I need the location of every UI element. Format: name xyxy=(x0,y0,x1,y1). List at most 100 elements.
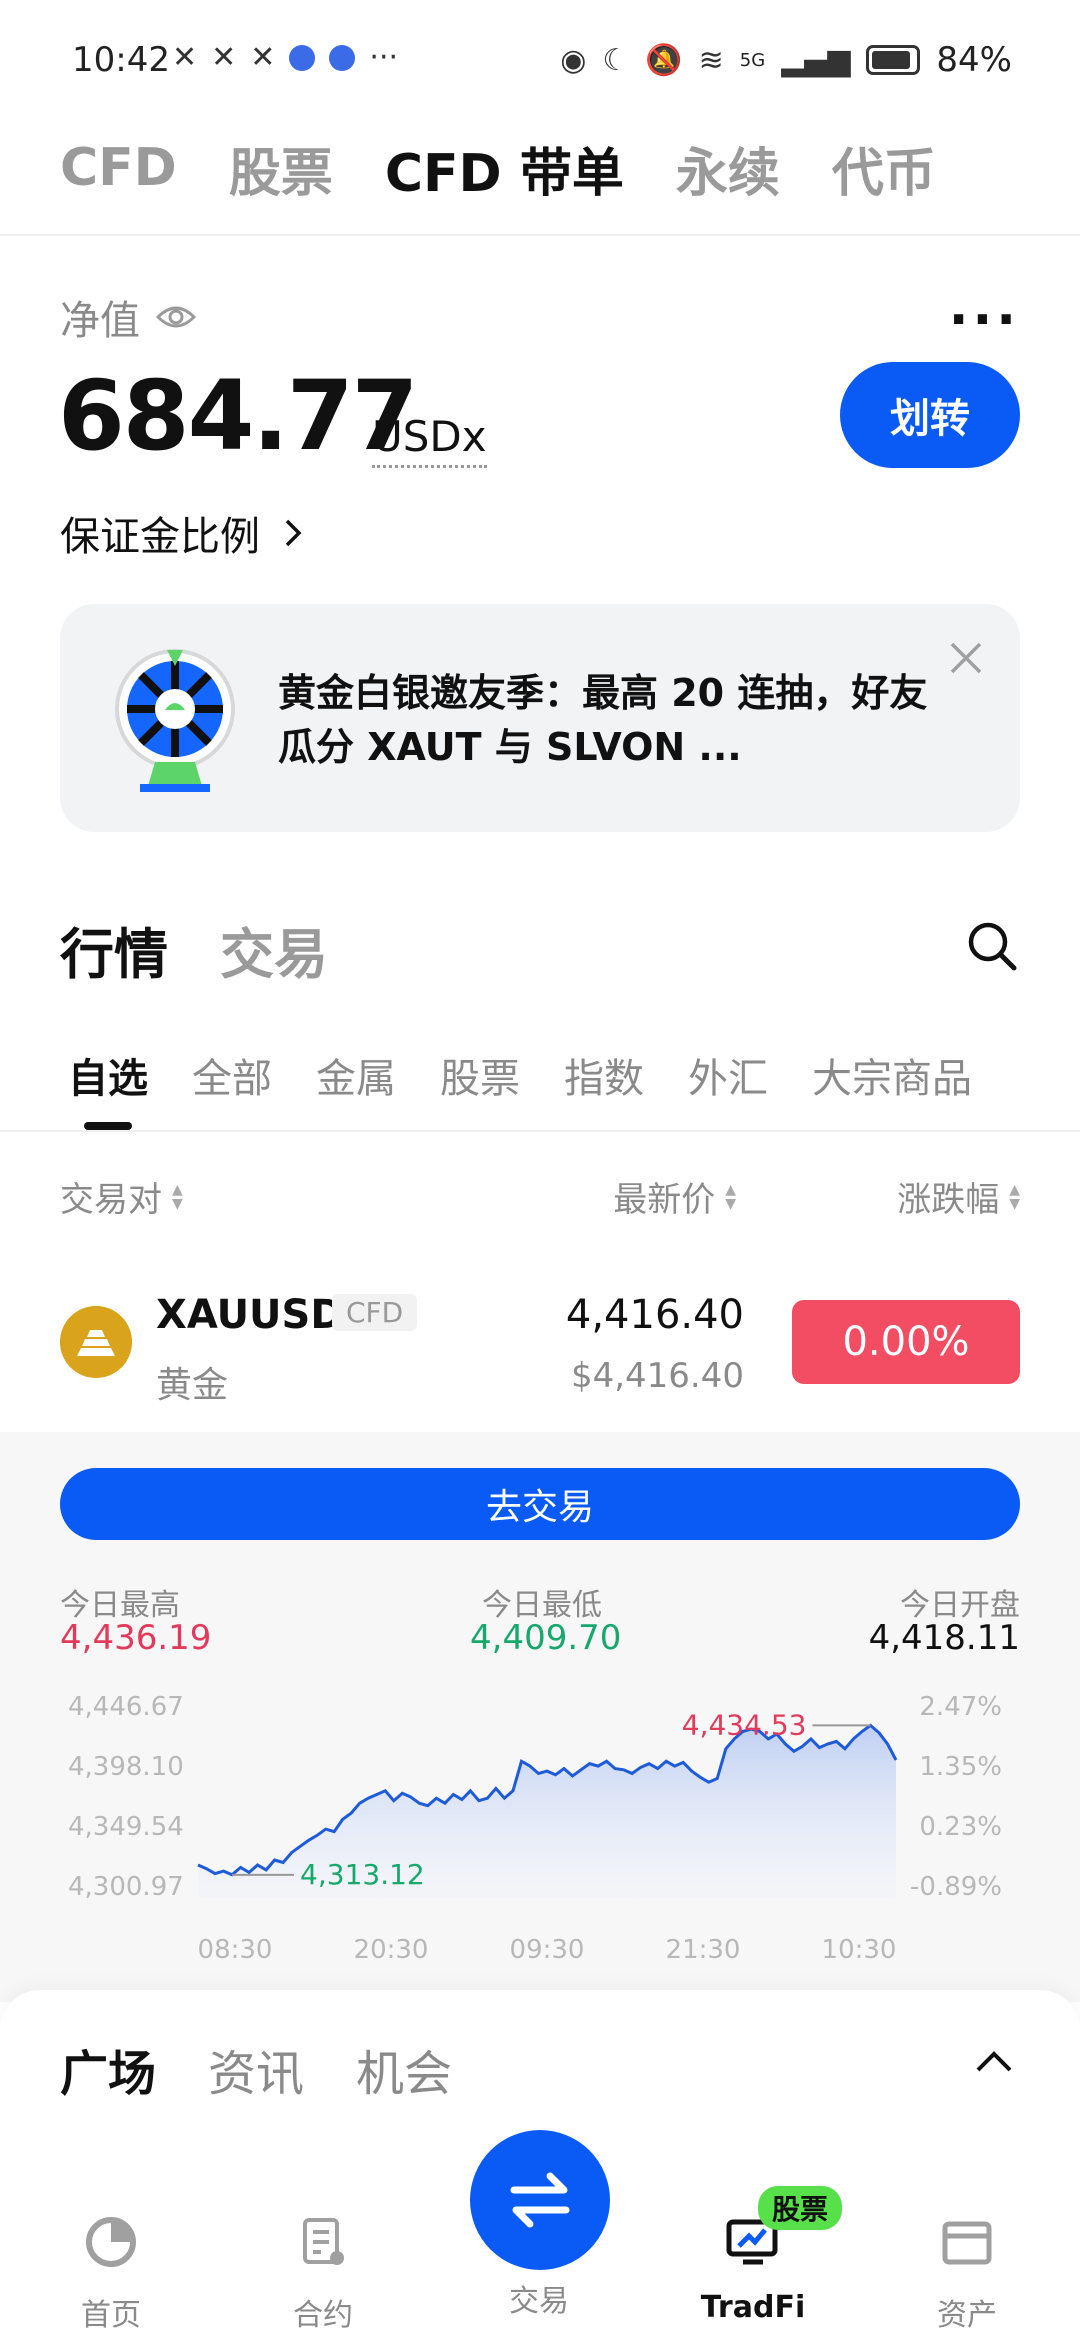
contract-icon xyxy=(303,2218,344,2265)
go-trade-button[interactable]: 去交易 xyxy=(60,1468,1020,1540)
tab-stocks[interactable]: 股票 xyxy=(229,131,333,206)
high-value: 4,436.19 xyxy=(60,1618,212,1658)
last-price-usd: $4,416.40 xyxy=(570,1356,744,1396)
cfd-tag: CFD xyxy=(332,1294,418,1331)
more-options-icon[interactable]: ··· xyxy=(949,290,1020,350)
home-icon xyxy=(86,2217,136,2267)
nav-assets[interactable]: 资产 xyxy=(892,2214,1042,2334)
stock-badge: 股票 xyxy=(758,2186,843,2230)
tab-perpetual[interactable]: 永续 xyxy=(676,131,780,206)
status-bar: 10:42 ✕ ✕ ✕ ··· ◉ ☾ 🔕 ≋ 5G ▂▄▆ 84% xyxy=(0,0,1080,120)
y-tick-label-left: 4,349.54 xyxy=(68,1812,184,1842)
net-value: 684.77 xyxy=(58,360,418,472)
column-header-change[interactable]: 涨跌幅 ▲ ▼ xyxy=(897,1172,1020,1221)
tab-opportunities[interactable]: 机会 xyxy=(356,2034,452,2104)
close-icon[interactable] xyxy=(948,640,984,676)
category-metals[interactable]: 金属 xyxy=(316,1046,396,1104)
status-time: 10:42 xyxy=(72,40,170,80)
swap-icon xyxy=(510,2172,570,2228)
tab-market[interactable]: 行情 xyxy=(60,910,168,989)
category-all[interactable]: 全部 xyxy=(192,1046,272,1104)
nav-tradfi[interactable]: TradFi xyxy=(678,2214,828,2325)
price-chart[interactable]: 4,446.67 4,398.10 4,349.54 4,300.97 2.47% 1.3… xyxy=(0,1680,1080,1980)
eye-icon: ◉ xyxy=(560,42,587,78)
divider xyxy=(0,1130,1080,1132)
y-tick-label-left: 4,446.67 xyxy=(68,1692,184,1722)
column-header-pair[interactable]: 交易对 ▲ ▼ xyxy=(60,1172,183,1221)
tab-trade[interactable]: 交易 xyxy=(220,910,328,989)
category-stocks[interactable]: 股票 xyxy=(440,1046,520,1104)
net-value-unit[interactable]: USDx xyxy=(372,412,487,468)
network-label: 5G xyxy=(739,49,766,71)
tab-news[interactable]: 资讯 xyxy=(208,2034,304,2104)
category-tabs: 自选 全部 金属 股票 指数 外汇 大宗商品 xyxy=(68,1046,972,1104)
symbol-name: 黄金 xyxy=(156,1365,229,1406)
mute-icon: 🔕 xyxy=(645,42,683,78)
max-price-label: 4,434.53 xyxy=(682,1708,807,1741)
nav-contracts[interactable]: 合约 xyxy=(248,2214,398,2334)
margin-ratio-link[interactable]: 保证金比例 xyxy=(60,504,302,562)
tab-tokens[interactable]: 代币 xyxy=(832,131,936,206)
nav-contracts-label: 合约 xyxy=(293,2298,353,2333)
battery-percent: 84% xyxy=(936,40,1012,80)
y-tick-label-left: 4,300.97 xyxy=(68,1872,184,1902)
tab-cfd[interactable]: CFD xyxy=(60,138,177,198)
gold-icon xyxy=(60,1306,132,1378)
sort-icon: ▲ ▼ xyxy=(725,1181,736,1212)
search-icon[interactable] xyxy=(964,918,1020,974)
nav-home-label: 首页 xyxy=(81,2298,141,2333)
column-header-change-label: 涨跌幅 xyxy=(897,1180,1000,1220)
nav-home[interactable]: 首页 xyxy=(36,2214,186,2334)
transfer-button[interactable]: 划转 xyxy=(840,362,1020,468)
change-badge[interactable]: 0.00% xyxy=(792,1300,1020,1384)
sort-icon: ▲ ▼ xyxy=(1009,1181,1020,1212)
y-tick-label-right: -0.89% xyxy=(910,1872,1002,1902)
sort-icon: ▲ ▼ xyxy=(172,1181,183,1212)
symbol[interactable]: XAUUSD xyxy=(156,1292,344,1338)
column-header-pair-label: 交易对 xyxy=(60,1180,162,1220)
divider xyxy=(0,234,1080,236)
battery-icon xyxy=(866,45,921,75)
x-tick-label: 21:30 xyxy=(666,1935,741,1965)
chevron-right-icon xyxy=(285,519,302,547)
app-notification-icon xyxy=(329,44,356,71)
trade-fab[interactable] xyxy=(470,2130,610,2270)
system-icons: ◉ ☾ 🔕 ≋ 5G ▂▄▆ 84% xyxy=(560,40,1012,80)
market-section-tabs: 行情 交易 xyxy=(60,910,328,989)
notification-icon: ✕ xyxy=(250,40,276,75)
wallet-icon xyxy=(942,2221,992,2265)
notification-icons: ✕ ✕ ✕ ··· xyxy=(172,40,398,75)
category-favorites[interactable]: 自选 xyxy=(68,1046,148,1104)
low-value: 4,409.70 xyxy=(470,1618,622,1658)
column-header-price-label: 最新价 xyxy=(613,1180,716,1220)
x-tick-label: 08:30 xyxy=(198,1935,273,1965)
open-value: 4,418.11 xyxy=(868,1618,1020,1658)
active-tab-indicator xyxy=(84,1122,132,1130)
eye-icon[interactable] xyxy=(156,303,196,331)
margin-ratio-label: 保证金比例 xyxy=(60,514,260,560)
notification-icon: ✕ xyxy=(211,40,237,75)
notification-icon: ✕ xyxy=(172,40,198,75)
wifi-icon: ≋ xyxy=(698,42,724,78)
category-forex[interactable]: 外汇 xyxy=(688,1046,768,1104)
y-tick-label-right: 0.23% xyxy=(919,1812,1002,1842)
promo-text: 黄金白银邀友季：最高 20 连抽，好友瓜分 XAUT 与 SLVON ... xyxy=(278,671,928,769)
lucky-wheel-icon xyxy=(115,649,235,792)
category-indices[interactable]: 指数 xyxy=(564,1046,644,1104)
nav-assets-label: 资产 xyxy=(937,2298,997,2333)
app-notification-icon xyxy=(289,44,316,71)
x-tick-label: 20:30 xyxy=(354,1935,429,1965)
tab-square[interactable]: 广场 xyxy=(60,2034,156,2104)
nav-tradfi-label: TradFi xyxy=(700,2290,806,2325)
moon-icon: ☾ xyxy=(602,42,630,78)
chevron-up-icon[interactable] xyxy=(972,2040,1016,2084)
promo-banner[interactable]: 黄金白银邀友季：最高 20 连抽，好友瓜分 XAUT 与 SLVON ... xyxy=(60,604,1020,832)
nav-trade-label[interactable]: 交易 xyxy=(464,2276,614,2320)
last-price: 4,416.40 xyxy=(565,1292,744,1338)
x-tick-label: 10:30 xyxy=(822,1935,897,1965)
column-header-price[interactable]: 最新价 ▲ ▼ xyxy=(613,1172,736,1221)
tab-cfd-copy[interactable]: CFD 带单 xyxy=(385,131,624,206)
x-tick-label: 09:30 xyxy=(510,1935,585,1965)
y-tick-label-right: 1.35% xyxy=(919,1752,1002,1782)
category-commodities[interactable]: 大宗商品 xyxy=(812,1046,972,1104)
